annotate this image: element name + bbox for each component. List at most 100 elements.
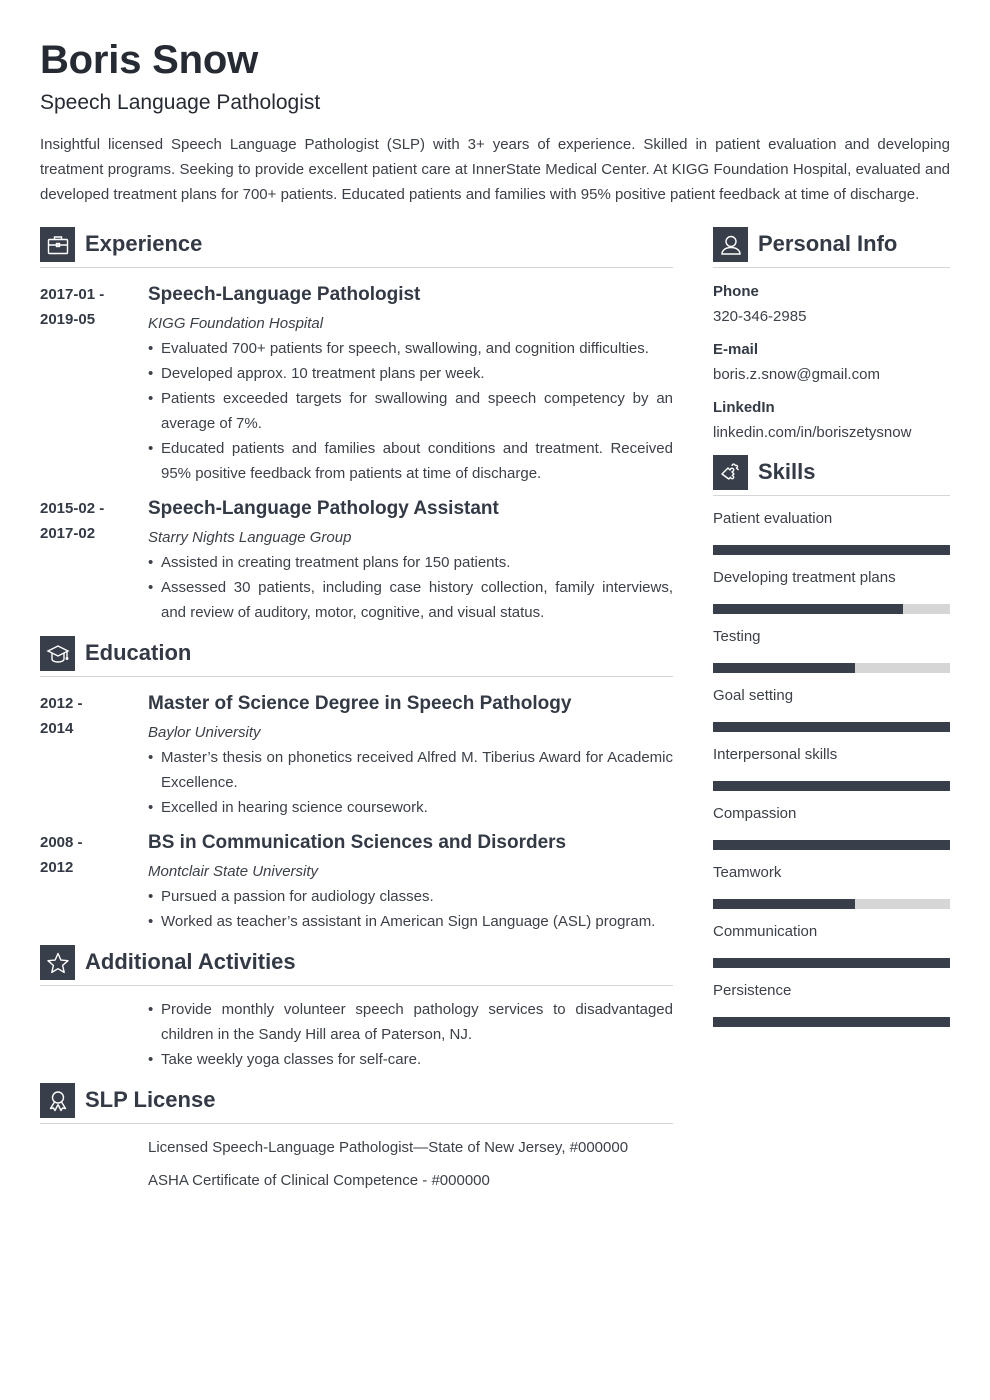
- skill-item: Teamwork: [713, 862, 950, 909]
- education-entry: 2008 - 2012 BS in Communication Sciences…: [40, 830, 673, 934]
- candidate-title: Speech Language Pathologist: [40, 91, 321, 114]
- skill-level-bar: [713, 899, 950, 909]
- experience-entry: 2017-01 - 2019-05 Speech-Language Pathol…: [40, 282, 673, 486]
- job-title: Speech-Language Pathologist: [148, 284, 421, 305]
- award-ribbon-icon: [40, 1083, 75, 1118]
- bullet-list: Pursued a passion for audiology classes.…: [148, 884, 673, 934]
- section-header: SLP License: [40, 1083, 673, 1124]
- phone-label: Phone: [713, 283, 759, 300]
- skill-level-fill: [713, 899, 856, 909]
- skill-item: Patient evaluation: [713, 508, 950, 555]
- degree-title: Master of Science Degree in Speech Patho…: [148, 693, 572, 714]
- section-title: Personal Info: [758, 231, 898, 256]
- skill-level-fill: [713, 1017, 950, 1027]
- skill-name: Goal setting: [713, 687, 794, 704]
- section-title: SLP License: [85, 1087, 216, 1112]
- skill-level-fill: [713, 604, 903, 614]
- email-label: E-mail: [713, 341, 759, 358]
- bullet-item: Excelled in hearing science coursework.: [148, 795, 673, 820]
- skill-level-fill: [713, 663, 856, 673]
- skill-item: Testing: [713, 626, 950, 673]
- skill-level-fill: [713, 958, 950, 968]
- bullet-item: Developed approx. 10 treatment plans per…: [148, 361, 673, 386]
- skill-name: Communication: [713, 923, 818, 940]
- bullet-list: Provide monthly volunteer speech patholo…: [148, 997, 673, 1072]
- bullet-item: Provide monthly volunteer speech patholo…: [148, 997, 673, 1047]
- license-section: SLP License Licensed Speech-Language Pat…: [40, 1083, 673, 1193]
- section-title: Skills: [758, 459, 816, 484]
- bullet-item: Take weekly yoga classes for self-care.: [148, 1047, 673, 1072]
- experience-entry: 2015-02 - 2017-02 Speech-Language Pathol…: [40, 496, 673, 625]
- date-end: 2019-05: [40, 311, 96, 328]
- puzzle-piece-icon: [713, 455, 748, 490]
- section-title: Education: [85, 640, 192, 665]
- user-icon: [713, 227, 748, 262]
- skill-item: Communication: [713, 921, 950, 968]
- employer: Starry Nights Language Group: [148, 529, 352, 546]
- bullet-list: Evaluated 700+ patients for speech, swal…: [148, 336, 673, 486]
- bullet-item: Worked as teacher’s assistant in America…: [148, 909, 673, 934]
- skill-level-bar: [713, 1017, 950, 1027]
- section-header: Experience: [40, 227, 673, 268]
- education-entry: 2012 - 2014 Master of Science Degree in …: [40, 691, 673, 820]
- date-start: 2008 -: [40, 834, 83, 851]
- date-start: 2012 -: [40, 695, 83, 712]
- skill-level-bar: [713, 840, 950, 850]
- skills-list: Patient evaluation Developing treatment p…: [713, 508, 950, 1027]
- skill-item: Developing treatment plans: [713, 567, 950, 614]
- skill-level-bar: [713, 663, 950, 673]
- degree-title: BS in Communication Sciences and Disorde…: [148, 832, 567, 853]
- entry-dates: 2012 - 2014: [40, 691, 140, 741]
- skill-name: Persistence: [713, 982, 792, 999]
- activities-section: Additional Activities Provide monthly vo…: [40, 945, 673, 1072]
- profile-summary: Insightful licensed Speech Language Path…: [40, 136, 950, 203]
- section-title: Additional Activities: [85, 949, 296, 974]
- phone-value: 320-346-2985: [713, 308, 807, 325]
- bullet-list: Master’s thesis on phonetics received Al…: [148, 745, 673, 820]
- linkedin-value[interactable]: linkedin.com/in/boriszetysnow: [713, 420, 950, 445]
- bullet-item: Master’s thesis on phonetics received Al…: [148, 745, 673, 795]
- skill-level-bar: [713, 781, 950, 791]
- entry-dates: 2015-02 - 2017-02: [40, 496, 140, 546]
- section-header: Personal Info: [713, 227, 950, 268]
- sidebar-column: Personal Info Phone 320-346-2985 E-mail …: [713, 227, 950, 1027]
- entry-dates: 2008 - 2012: [40, 830, 140, 880]
- graduation-cap-icon: [40, 636, 75, 671]
- skills-section: Skills Patient evaluation Developing trea…: [713, 455, 950, 1027]
- skill-name: Patient evaluation: [713, 510, 833, 527]
- skill-name: Developing treatment plans: [713, 569, 896, 586]
- skill-name: Testing: [713, 628, 761, 645]
- institution: Montclair State University: [148, 863, 319, 880]
- section-header: Skills: [713, 455, 950, 496]
- skill-item: Persistence: [713, 980, 950, 1027]
- bullet-item: Assisted in creating treatment plans for…: [148, 550, 673, 575]
- skill-item: Compassion: [713, 803, 950, 850]
- linkedin-label: LinkedIn: [713, 399, 775, 416]
- bullet-item: Educated patients and families about con…: [148, 436, 673, 486]
- skill-level-bar: [713, 604, 950, 614]
- skill-name: Interpersonal skills: [713, 746, 838, 763]
- bullet-list: Assisted in creating treatment plans for…: [148, 550, 673, 625]
- bullet-item: Assessed 30 patients, including case his…: [148, 575, 673, 625]
- institution: Baylor University: [148, 724, 261, 741]
- skill-level-bar: [713, 545, 950, 555]
- personal-info-section: Personal Info Phone 320-346-2985 E-mail …: [713, 227, 950, 445]
- date-end: 2014: [40, 720, 74, 737]
- skill-name: Teamwork: [713, 864, 782, 881]
- email-value[interactable]: boris.z.snow@gmail.com: [713, 362, 950, 387]
- license-item: ASHA Certificate of Clinical Competence …: [148, 1172, 490, 1189]
- date-start: 2015-02 -: [40, 500, 105, 517]
- main-column: Experience 2017-01 - 2019-05 Speech-Lang…: [40, 227, 673, 1193]
- skill-level-fill: [713, 781, 950, 791]
- date-end: 2012: [40, 859, 74, 876]
- date-start: 2017-01 -: [40, 286, 105, 303]
- section-header: Additional Activities: [40, 945, 673, 986]
- skill-level-bar: [713, 958, 950, 968]
- candidate-name: Boris Snow: [40, 38, 259, 82]
- skill-name: Compassion: [713, 805, 797, 822]
- skill-item: Interpersonal skills: [713, 744, 950, 791]
- briefcase-icon: [40, 227, 75, 262]
- skill-item: Goal setting: [713, 685, 950, 732]
- license-item: Licensed Speech-Language Pathologist—Sta…: [148, 1139, 629, 1156]
- section-header: Education: [40, 636, 673, 677]
